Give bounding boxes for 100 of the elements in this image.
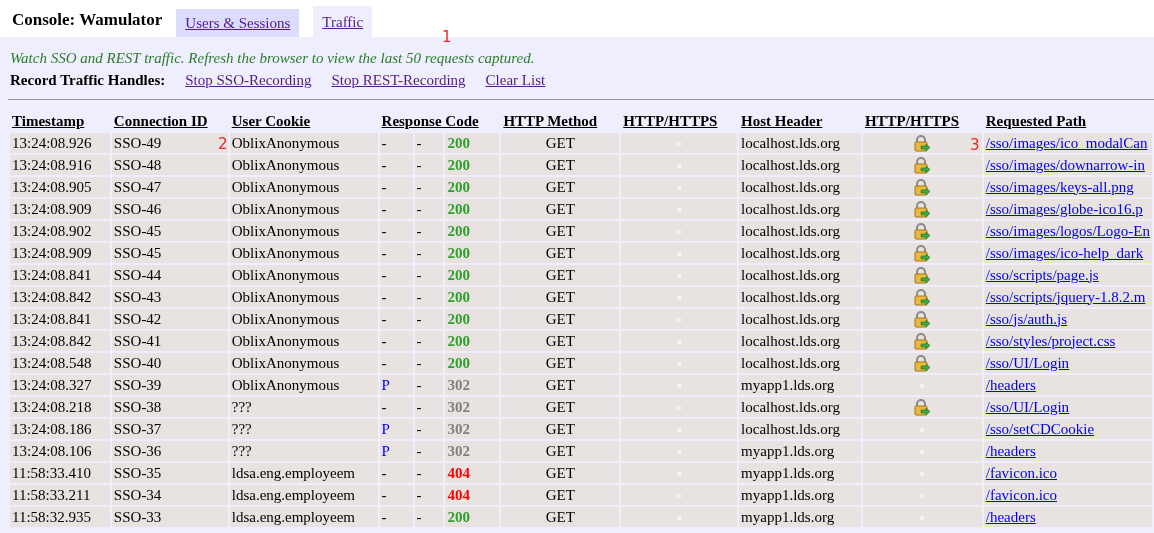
column-header[interactable]: HTTP Method bbox=[501, 112, 620, 131]
table-cell: 13:24:08.186 bbox=[10, 419, 110, 439]
table-cell: OblixAnonymous bbox=[229, 243, 378, 263]
table-cell: 11:58:32.935 bbox=[10, 507, 110, 527]
column-header[interactable]: Connection ID bbox=[111, 112, 228, 131]
table-cell: SSO-35 bbox=[111, 463, 228, 483]
table-cell: GET bbox=[501, 353, 620, 373]
table-cell: - bbox=[414, 155, 444, 175]
column-header[interactable]: User Cookie bbox=[229, 112, 378, 131]
status-code: 302 bbox=[447, 376, 470, 393]
table-cell: - bbox=[414, 177, 444, 197]
table-cell: OblixAnonymous bbox=[229, 375, 378, 395]
table-cell: SSO-40 bbox=[111, 353, 228, 373]
table-cell: GET bbox=[501, 463, 620, 483]
table-cell: - bbox=[414, 463, 444, 483]
table-cell: 13:24:08.106 bbox=[10, 441, 110, 461]
console-title: Console: Wamulator bbox=[12, 10, 163, 30]
flag-text: - bbox=[381, 398, 387, 415]
table-cell: 13:24:08.926 bbox=[10, 133, 110, 153]
status-code: 200 bbox=[447, 200, 470, 217]
status-code: 200 bbox=[447, 244, 470, 261]
table-cell: GET bbox=[501, 419, 620, 439]
table-cell: 13:24:08.841 bbox=[10, 309, 110, 329]
flag-text: - bbox=[381, 508, 387, 525]
table-cell: 11:58:33.410 bbox=[10, 463, 110, 483]
column-header[interactable]: Host Header bbox=[739, 112, 861, 131]
table-cell: ldsa.eng.employeem bbox=[229, 485, 378, 505]
intro-text: Watch SSO and REST traffic. Refresh the browser to view the last 50 requests captured. bbox=[10, 50, 535, 67]
table-cell: - bbox=[414, 375, 444, 395]
table-cell: OblixAnonymous bbox=[229, 177, 378, 197]
table-cell: 13:24:08.548 bbox=[10, 353, 110, 373]
nav-tab[interactable]: Traffic bbox=[313, 6, 373, 37]
flag-text: - bbox=[381, 200, 387, 217]
table-cell: - bbox=[414, 441, 444, 461]
column-header[interactable]: Response Code bbox=[379, 112, 500, 131]
table-cell: localhost.lds.org bbox=[739, 221, 861, 241]
table-cell: 13:24:08.218 bbox=[10, 397, 110, 417]
status-code: 200 bbox=[447, 266, 470, 283]
status-code: 200 bbox=[447, 310, 470, 327]
column-header[interactable]: HTTP/HTTPS bbox=[862, 112, 982, 131]
flag-text: - bbox=[381, 288, 387, 305]
table-cell: GET bbox=[501, 265, 620, 285]
table-cell: ??? bbox=[229, 441, 378, 461]
table-cell: - bbox=[414, 243, 444, 263]
status-code: 302 bbox=[447, 420, 470, 437]
record-link[interactable]: Stop REST-Recording bbox=[331, 72, 466, 89]
table-cell: 13:24:08.841 bbox=[10, 265, 110, 285]
table-cell: SSO-48 bbox=[111, 155, 228, 175]
status-code: 302 bbox=[447, 442, 470, 459]
flag-text: - bbox=[381, 178, 387, 195]
table-cell: myapp1.lds.org bbox=[739, 507, 861, 527]
table-cell: GET bbox=[501, 287, 620, 307]
table-cell: SSO-45 bbox=[111, 243, 228, 263]
record-label: Record Traffic Handles: bbox=[10, 72, 166, 89]
column-header[interactable]: HTTP/HTTPS bbox=[621, 112, 738, 131]
table-cell: OblixAnonymous bbox=[229, 287, 378, 307]
table-cell: SSO-45 bbox=[111, 221, 228, 241]
table-cell: OblixAnonymous bbox=[229, 199, 378, 219]
flag-text: - bbox=[381, 332, 387, 349]
table-cell: 13:24:08.902 bbox=[10, 221, 110, 241]
table-cell: OblixAnonymous bbox=[229, 331, 378, 351]
table-cell: OblixAnonymous bbox=[229, 353, 378, 373]
table-cell: localhost.lds.org bbox=[739, 331, 861, 351]
table-cell: OblixAnonymous bbox=[229, 133, 378, 153]
flag-text: - bbox=[381, 266, 387, 283]
column-header[interactable]: Requested Path bbox=[983, 112, 1152, 131]
flag-text: - bbox=[381, 310, 387, 327]
nav-tab[interactable]: Users & Sessions bbox=[176, 9, 300, 37]
table-cell: GET bbox=[501, 133, 620, 153]
table-cell: myapp1.lds.org bbox=[739, 485, 861, 505]
table-cell: GET bbox=[501, 331, 620, 351]
annotation-number: 3 bbox=[970, 136, 980, 154]
table-cell: SSO-43 bbox=[111, 287, 228, 307]
table-cell: localhost.lds.org bbox=[739, 309, 861, 329]
table-cell: GET bbox=[501, 441, 620, 461]
table-cell: SSO-42 bbox=[111, 309, 228, 329]
table-cell: localhost.lds.org bbox=[739, 287, 861, 307]
table-cell: - bbox=[414, 287, 444, 307]
table-cell: myapp1.lds.org bbox=[739, 375, 861, 395]
flag-text: - bbox=[381, 244, 387, 261]
status-code: 404 bbox=[447, 486, 470, 503]
table-cell: myapp1.lds.org bbox=[739, 463, 861, 483]
path-link[interactable]: /sso/images/logos/Logo-En bbox=[985, 222, 1150, 239]
table-cell: 11:58:33.211 bbox=[10, 485, 110, 505]
table-cell: GET bbox=[501, 485, 620, 505]
table-cell: SSO-46 bbox=[111, 199, 228, 219]
flag-text: P bbox=[381, 442, 390, 459]
table-cell: ??? bbox=[229, 419, 378, 439]
column-header[interactable]: Timestamp bbox=[10, 112, 110, 131]
table-cell: 13:24:08.909 bbox=[10, 243, 110, 263]
table-cell: localhost.lds.org bbox=[739, 177, 861, 197]
status-code: 200 bbox=[447, 332, 470, 349]
table-cell: - bbox=[414, 353, 444, 373]
table-cell: SSO-41 bbox=[111, 331, 228, 351]
table-cell: - bbox=[414, 419, 444, 439]
table-cell: OblixAnonymous bbox=[229, 155, 378, 175]
table-cell: 13:24:08.327 bbox=[10, 375, 110, 395]
record-link[interactable]: Clear List bbox=[485, 72, 546, 89]
table-cell: GET bbox=[501, 243, 620, 263]
record-link[interactable]: Stop SSO-Recording bbox=[185, 72, 312, 89]
